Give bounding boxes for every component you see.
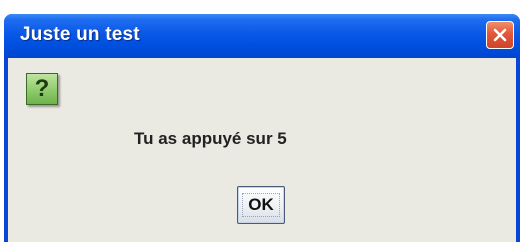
window-title: Juste un test [20, 24, 140, 45]
close-button[interactable] [486, 21, 514, 49]
dialog-message: Tu as appuyé sur 5 [134, 129, 287, 148]
question-icon: ? [26, 73, 58, 105]
dialog-window: Juste un test ? Tu as appuyé sur 5 OK [4, 14, 520, 242]
title-bar[interactable]: Juste un test [4, 14, 520, 58]
ok-button[interactable]: OK [237, 186, 285, 224]
ok-button-label: OK [248, 195, 274, 214]
dialog-content: ? Tu as appuyé sur 5 OK [8, 58, 516, 242]
close-icon [493, 28, 507, 42]
